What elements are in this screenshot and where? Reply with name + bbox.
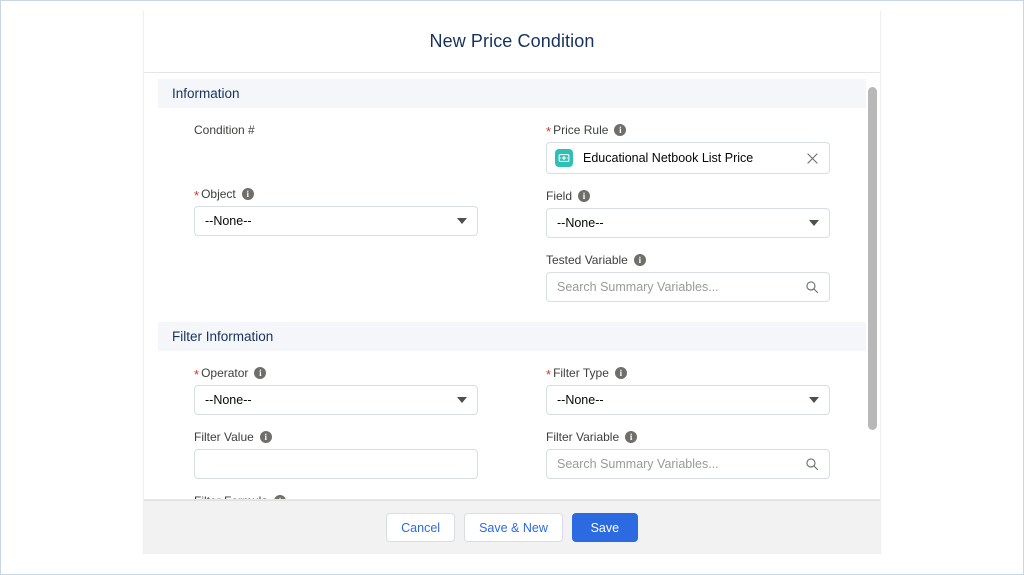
field-object: * Object i --None-- bbox=[158, 186, 498, 236]
label-operator: * Operator i bbox=[194, 365, 478, 381]
section-title-information: Information bbox=[172, 86, 240, 101]
information-left-column: Condition # * Object i --None-- bbox=[158, 122, 498, 316]
filter-type-select[interactable]: --None-- bbox=[546, 385, 830, 415]
filter-value-input[interactable] bbox=[194, 449, 478, 479]
label-text-filter-variable: Filter Variable bbox=[546, 430, 619, 444]
filter-right-column: * Filter Type i --None-- Filter Variable bbox=[526, 365, 866, 500]
save-and-new-button[interactable]: Save & New bbox=[464, 513, 563, 542]
information-form-grid: Condition # * Object i --None-- bbox=[158, 108, 866, 316]
search-icon bbox=[805, 280, 819, 294]
filter-type-select-value: --None-- bbox=[557, 393, 803, 407]
label-text-tested-variable: Tested Variable bbox=[546, 253, 628, 267]
page-title: New Price Condition bbox=[430, 31, 595, 52]
vertical-scrollbar-thumb[interactable] bbox=[868, 87, 877, 430]
chevron-down-icon bbox=[809, 397, 819, 403]
field-filter-variable: Filter Variable i Search Summary Variabl… bbox=[526, 429, 866, 479]
filter-left-column: * Operator i --None-- Filter Value bbox=[158, 365, 498, 500]
info-icon-filter-variable[interactable]: i bbox=[625, 431, 637, 443]
close-icon[interactable] bbox=[801, 147, 823, 169]
field-filter-type: * Filter Type i --None-- bbox=[526, 365, 866, 415]
filter-variable-placeholder: Search Summary Variables... bbox=[557, 457, 805, 471]
label-filter-value: Filter Value i bbox=[194, 429, 478, 445]
object-select[interactable]: --None-- bbox=[194, 206, 478, 236]
label-condition-number: Condition # bbox=[194, 122, 478, 138]
required-marker-object: * bbox=[194, 189, 199, 202]
field-field: Field i --None-- bbox=[526, 188, 866, 238]
tested-variable-placeholder: Search Summary Variables... bbox=[557, 280, 805, 294]
body-bottom-divider bbox=[144, 499, 880, 500]
label-field: Field i bbox=[546, 188, 830, 204]
label-object: * Object i bbox=[194, 186, 478, 202]
label-text-field: Field bbox=[546, 189, 572, 203]
field-price-rule: * Price Rule i bbox=[526, 122, 866, 174]
info-icon-filter-type[interactable]: i bbox=[615, 367, 627, 379]
field-filter-value: Filter Value i bbox=[158, 429, 498, 479]
filter-information-form-grid: * Operator i --None-- Filter Value bbox=[158, 351, 866, 500]
chevron-down-icon bbox=[809, 220, 819, 226]
label-text-filter-value: Filter Value bbox=[194, 430, 254, 444]
cancel-button[interactable]: Cancel bbox=[386, 513, 455, 542]
section-title-filter-information: Filter Information bbox=[172, 329, 273, 344]
info-icon-price-rule[interactable]: i bbox=[614, 124, 626, 136]
price-rule-value: Educational Netbook List Price bbox=[583, 151, 801, 165]
search-icon bbox=[805, 457, 819, 471]
tested-variable-search[interactable]: Search Summary Variables... bbox=[546, 272, 830, 302]
modal-body-scroll-area[interactable]: Information Condition # * bbox=[144, 73, 880, 500]
section-header-filter-information: Filter Information bbox=[158, 322, 866, 351]
required-marker-price-rule: * bbox=[546, 125, 551, 138]
required-marker-filter-type: * bbox=[546, 368, 551, 381]
info-icon-object[interactable]: i bbox=[242, 188, 254, 200]
field-select[interactable]: --None-- bbox=[546, 208, 830, 238]
information-right-column: * Price Rule i bbox=[526, 122, 866, 316]
field-select-value: --None-- bbox=[557, 216, 803, 230]
label-text-condition-number: Condition # bbox=[194, 123, 255, 137]
save-button[interactable]: Save bbox=[572, 513, 638, 542]
new-price-condition-modal: New Price Condition Information Conditio… bbox=[143, 11, 881, 554]
info-icon-field[interactable]: i bbox=[578, 190, 590, 202]
vertical-scrollbar-track[interactable] bbox=[868, 87, 877, 430]
label-text-operator: Operator bbox=[201, 366, 248, 380]
label-text-price-rule: Price Rule bbox=[553, 123, 608, 137]
chevron-down-icon bbox=[457, 218, 467, 224]
chevron-down-icon bbox=[457, 397, 467, 403]
field-condition-number: Condition # bbox=[158, 122, 498, 172]
label-filter-variable: Filter Variable i bbox=[546, 429, 830, 445]
info-icon-tested-variable[interactable]: i bbox=[634, 254, 646, 266]
label-price-rule: * Price Rule i bbox=[546, 122, 830, 138]
modal-footer: Cancel Save & New Save bbox=[144, 500, 880, 554]
section-header-information: Information bbox=[158, 79, 866, 108]
operator-select-value: --None-- bbox=[205, 393, 451, 407]
field-tested-variable: Tested Variable i Search Summary Variabl… bbox=[526, 252, 866, 302]
object-select-value: --None-- bbox=[205, 214, 451, 228]
label-text-object: Object bbox=[201, 187, 236, 201]
label-filter-type: * Filter Type i bbox=[546, 365, 830, 381]
filter-variable-search[interactable]: Search Summary Variables... bbox=[546, 449, 830, 479]
operator-select[interactable]: --None-- bbox=[194, 385, 478, 415]
price-rule-lookup[interactable]: Educational Netbook List Price bbox=[546, 142, 830, 174]
label-text-filter-type: Filter Type bbox=[553, 366, 609, 380]
condition-number-value bbox=[194, 142, 478, 172]
label-tested-variable: Tested Variable i bbox=[546, 252, 830, 268]
info-icon-filter-value[interactable]: i bbox=[260, 431, 272, 443]
modal-header: New Price Condition bbox=[144, 11, 880, 73]
field-operator: * Operator i --None-- bbox=[158, 365, 498, 415]
price-rule-icon bbox=[555, 149, 573, 167]
info-icon-operator[interactable]: i bbox=[254, 367, 266, 379]
required-marker-operator: * bbox=[194, 368, 199, 381]
